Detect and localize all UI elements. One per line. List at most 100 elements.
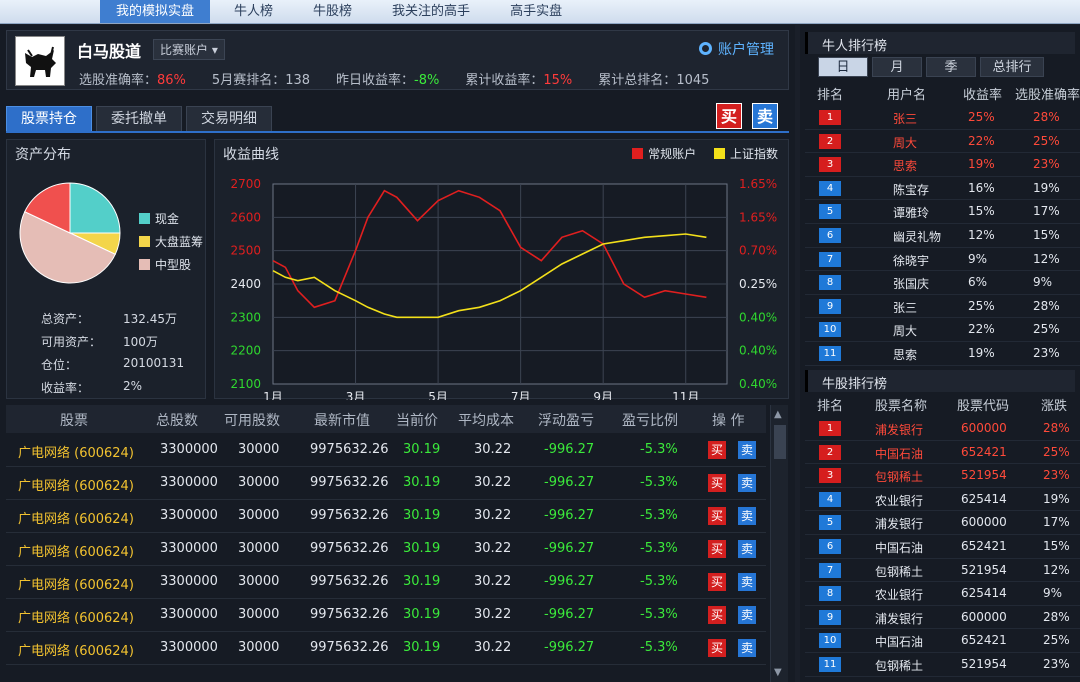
nav-my-simulation[interactable]: 我的模拟实盘 <box>100 0 211 23</box>
rank-badge: 5 <box>819 204 841 220</box>
col-rank: 排名 <box>817 399 844 414</box>
table-scrollbar[interactable]: ▲ ▼ <box>770 405 788 682</box>
asset-return: 收益率： 2% <box>41 379 143 395</box>
row-buy-button[interactable]: 买 <box>708 507 726 525</box>
tab-month[interactable]: 月 <box>872 57 922 77</box>
rank-row[interactable]: 5 谭雅玲 15% 17% <box>805 200 1080 224</box>
asset-position: 仓位： 20100131 <box>41 356 185 372</box>
table-row[interactable]: 广电网络 (600624) 3300000 30000 9975632.26 30.19… <box>6 467 766 500</box>
return-chart-panel: 收益曲线 常规账户 上证指数 2700 1.65% 2600 1.65% 2500 0.7… <box>214 139 789 400</box>
rank-cell: 徐晓宇 <box>893 253 930 268</box>
rank-row[interactable]: 3 思索 19% 23% <box>805 153 1080 177</box>
table-cell: -996.27 <box>544 607 595 622</box>
table-cell: 30000 <box>238 541 280 556</box>
rank-cell: 625414 <box>961 586 1007 601</box>
table-row[interactable]: 广电网络 (600624) 3300000 30000 9975632.26 30.19… <box>6 434 766 467</box>
scroll-down-icon[interactable]: ▼ <box>774 667 782 678</box>
rank-row[interactable]: 4 陈宝存 16% 19% <box>805 177 1080 201</box>
bull-logo-icon <box>15 36 65 86</box>
rank-cell: 9% <box>968 251 988 266</box>
rank-cell: 16% <box>968 180 995 195</box>
rank-row[interactable]: 5 浦发银行 600000 17% <box>805 511 1080 535</box>
nav-master-trading[interactable]: 高手实盘 <box>494 0 578 23</box>
table-row[interactable]: 广电网络 (600624) 3300000 30000 9975632.26 30.19… <box>6 500 766 533</box>
row-sell-button[interactable]: 卖 <box>738 540 756 558</box>
rank-row[interactable]: 3 包钢稀土 521954 23% <box>805 464 1080 488</box>
rank-cell: 张三 <box>893 112 918 126</box>
tab-quarter[interactable]: 季 <box>926 57 976 77</box>
rank-row[interactable]: 11 包钢稀土 521954 23% <box>805 653 1080 677</box>
account-type-dropdown[interactable]: 比赛账户 ▾ <box>153 39 225 60</box>
rank-row[interactable]: 6 幽灵礼物 12% 15% <box>805 224 1080 248</box>
rank-row[interactable]: 6 中国石油 652421 15% <box>805 535 1080 559</box>
tab-holdings[interactable]: 股票持仓 <box>6 106 92 132</box>
rank-cell: 25% <box>1043 444 1070 459</box>
nav-followed-masters[interactable]: 我关注的高手 <box>376 0 486 23</box>
table-cell: 30.19 <box>403 607 441 622</box>
table-row[interactable]: 广电网络 (600624) 3300000 30000 9975632.26 30.19… <box>6 533 766 566</box>
table-cell: 30.22 <box>474 541 512 556</box>
table-row[interactable]: 广电网络 (600624) 3300000 30000 9975632.26 30.19… <box>6 566 766 599</box>
rank-row[interactable]: 9 浦发银行 600000 28% <box>805 606 1080 630</box>
nav-people-rank[interactable]: 牛人榜 <box>218 0 289 23</box>
row-sell-button[interactable]: 卖 <box>738 639 756 657</box>
rank-row[interactable]: 7 徐晓宇 9% 12% <box>805 248 1080 272</box>
row-sell-button[interactable]: 卖 <box>738 606 756 624</box>
rank-row[interactable]: 2 中国石油 652421 25% <box>805 441 1080 465</box>
rank-cell: 28% <box>1033 298 1060 313</box>
tab-orders[interactable]: 委托撤单 <box>96 106 182 132</box>
rank-row[interactable]: 2 周大 22% 25% <box>805 130 1080 154</box>
tab-transactions[interactable]: 交易明细 <box>186 106 272 132</box>
rank-row[interactable]: 1 浦发银行 600000 28% <box>805 417 1080 441</box>
y-left-tick: 2600 <box>230 210 261 224</box>
stat-yesterday-return: 昨日收益率：-8% <box>336 69 439 88</box>
rank-cell: 600000 <box>961 515 1007 530</box>
rank-cell: 600000 <box>961 609 1007 624</box>
rank-badge: 7 <box>819 562 841 578</box>
rank-cell: 19% <box>1033 180 1060 195</box>
buy-button[interactable]: 买 <box>716 103 742 129</box>
rank-badge: 9 <box>819 609 841 625</box>
rank-row[interactable]: 8 农业银行 625414 9% <box>805 582 1080 606</box>
row-buy-button[interactable]: 买 <box>708 573 726 591</box>
rank-cell: 12% <box>1033 251 1060 266</box>
row-sell-button[interactable]: 卖 <box>738 474 756 492</box>
tab-overall[interactable]: 总排行 <box>980 57 1044 77</box>
stat-label: 累计总排名： <box>598 73 677 88</box>
asset-total: 总资产： 132.45万 <box>41 312 177 326</box>
rank-row[interactable]: 9 张三 25% 28% <box>805 295 1080 319</box>
return-line-chart: 2700 1.65% 2600 1.65% 2500 0.70% 2400 0.25% 2300… <box>230 177 777 400</box>
rank-row[interactable]: 10 中国石油 652421 25% <box>805 629 1080 653</box>
y-left-tick: 2300 <box>230 310 261 324</box>
table-cell: 30.19 <box>403 508 441 523</box>
account-manage-link[interactable]: 账户管理 <box>699 39 774 59</box>
table-cell: 广电网络 (600624) <box>18 479 134 494</box>
tab-day[interactable]: 日 <box>818 57 868 77</box>
row-sell-button[interactable]: 卖 <box>738 441 756 459</box>
rank-row[interactable]: 8 张国庆 6% 9% <box>805 271 1080 295</box>
row-sell-button[interactable]: 卖 <box>738 573 756 591</box>
nav-stock-rank[interactable]: 牛股榜 <box>297 0 368 23</box>
row-buy-button[interactable]: 买 <box>708 474 726 492</box>
rank-row[interactable]: 10 周大 22% 25% <box>805 318 1080 342</box>
table-row[interactable]: 广电网络 (600624) 3300000 30000 9975632.26 30.19… <box>6 632 766 665</box>
rank-cell: 陈宝存 <box>893 182 930 197</box>
stat-total-rank: 累计总排名：1045 <box>598 69 709 88</box>
row-buy-button[interactable]: 买 <box>708 540 726 558</box>
table-row[interactable]: 广电网络 (600624) 3300000 30000 9975632.26 30.19… <box>6 599 766 632</box>
holdings-tabs: 股票持仓 委托撤单 交易明细 <box>6 106 276 132</box>
col-total-shares: 总股数 <box>156 413 198 429</box>
table-cell: 广电网络 (600624) <box>18 611 134 626</box>
rank-row[interactable]: 7 包钢稀土 521954 12% <box>805 559 1080 583</box>
scrollbar-thumb[interactable] <box>774 425 786 459</box>
sell-button[interactable]: 卖 <box>752 103 778 129</box>
row-buy-button[interactable]: 买 <box>708 606 726 624</box>
rank-row[interactable]: 11 思索 19% 23% <box>805 342 1080 366</box>
row-buy-button[interactable]: 买 <box>708 441 726 459</box>
row-sell-button[interactable]: 卖 <box>738 507 756 525</box>
rank-row[interactable]: 4 农业银行 625414 19% <box>805 488 1080 512</box>
row-buy-button[interactable]: 买 <box>708 639 726 657</box>
rank-badge: 10 <box>819 322 841 338</box>
rank-row[interactable]: 1 张三 25% 28% <box>805 106 1080 130</box>
scroll-up-icon[interactable]: ▲ <box>774 409 782 420</box>
